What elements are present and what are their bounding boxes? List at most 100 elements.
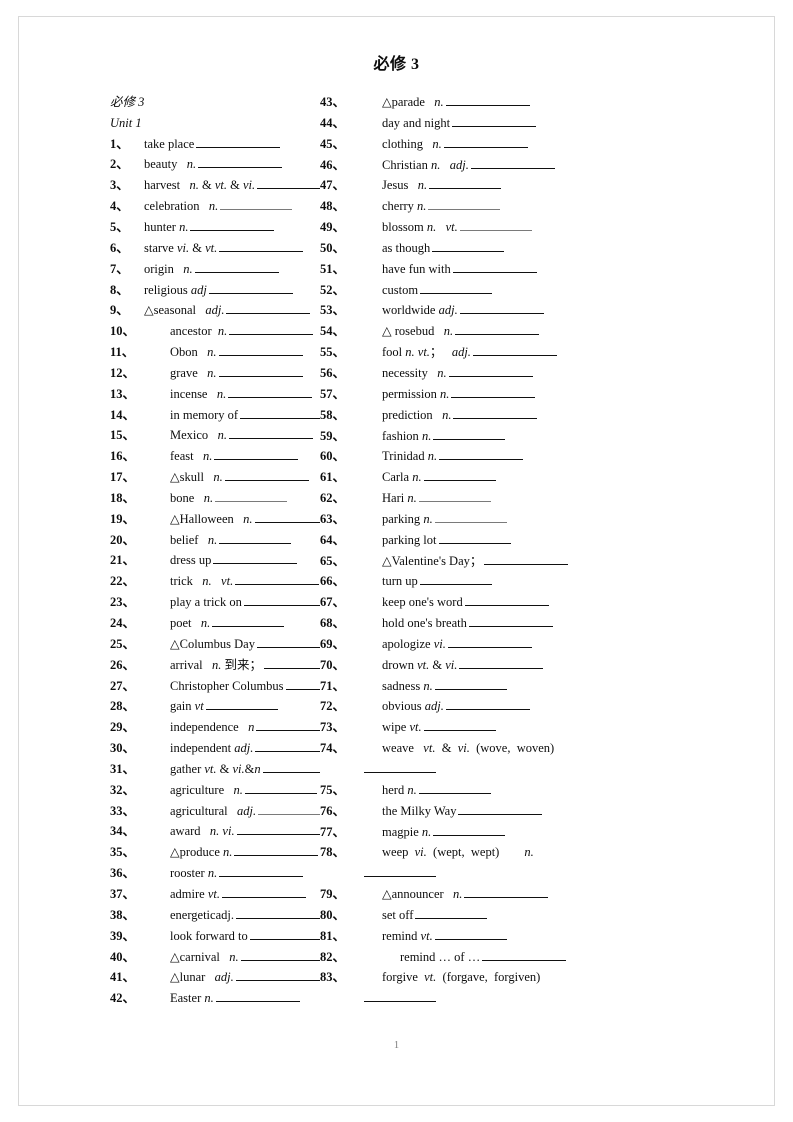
answer-blank[interactable] [452, 261, 537, 273]
answer-blank[interactable] [240, 949, 320, 961]
answer-blank[interactable] [434, 928, 507, 940]
vocab-entry: 25、 △Columbus Day [110, 634, 320, 655]
answer-blank[interactable] [215, 990, 300, 1003]
answer-blank[interactable] [255, 740, 320, 753]
answer-blank[interactable] [423, 469, 496, 482]
entry-body: worldwide adj. [356, 300, 544, 321]
answer-blank[interactable] [243, 594, 320, 607]
answer-blank[interactable] [264, 657, 320, 669]
answer-blank[interactable] [219, 532, 292, 544]
entry-body: hunter n. [144, 217, 275, 238]
answer-blank[interactable] [439, 448, 524, 461]
answer-blank[interactable] [244, 782, 317, 794]
answer-blank[interactable] [428, 198, 501, 211]
entry-headword: set off [382, 907, 414, 922]
answer-blank[interactable] [236, 823, 320, 836]
answer-blank[interactable] [249, 928, 320, 940]
answer-blank[interactable] [220, 198, 293, 211]
entry-body: celebration n. [144, 196, 293, 217]
entry-number: 42、 [110, 991, 136, 1006]
answer-blank[interactable] [215, 490, 288, 502]
answer-blank[interactable] [432, 240, 505, 252]
entry-headword: religious adj [144, 282, 207, 297]
answer-blank[interactable] [419, 573, 492, 586]
answer-blank[interactable] [418, 490, 491, 503]
answer-blank[interactable] [218, 365, 303, 377]
answer-blank[interactable] [228, 427, 313, 440]
answer-blank[interactable] [438, 532, 511, 544]
answer-blank[interactable] [194, 261, 279, 273]
answer-blank[interactable] [482, 949, 567, 961]
answer-blank[interactable] [418, 782, 491, 794]
entry-headword: permission n. [382, 386, 450, 401]
entry-number: 76、 [320, 803, 346, 818]
entry-number: 57、 [320, 386, 346, 401]
answer-blank[interactable] [434, 511, 507, 523]
answer-blank[interactable] [213, 552, 298, 565]
vocab-entry: 12、 grave n. [110, 363, 320, 384]
answer-blank[interactable] [226, 302, 311, 315]
answer-blank[interactable] [196, 136, 281, 148]
answer-blank[interactable] [205, 698, 278, 711]
answer-blank[interactable] [429, 177, 502, 190]
answer-blank[interactable] [257, 177, 320, 190]
answer-blank[interactable] [256, 636, 320, 648]
answer-blank[interactable] [472, 344, 557, 357]
answer-blank[interactable] [433, 428, 506, 440]
answer-blank[interactable] [459, 302, 544, 315]
entry-body: day and night [356, 113, 537, 134]
answer-blank[interactable] [219, 865, 304, 878]
entry-number: 4、 [110, 199, 129, 214]
answer-blank[interactable] [455, 323, 540, 336]
answer-blank[interactable] [256, 719, 320, 732]
answer-blank[interactable] [434, 678, 507, 690]
answer-blank[interactable] [459, 219, 532, 232]
answer-blank[interactable] [445, 698, 530, 711]
answer-blank[interactable] [235, 573, 320, 586]
answer-blank[interactable] [447, 636, 532, 648]
answer-blank[interactable] [198, 156, 283, 169]
answer-blank[interactable] [433, 824, 506, 836]
answer-blank[interactable] [208, 282, 293, 294]
answer-blank[interactable] [254, 511, 320, 523]
answer-blank[interactable] [234, 844, 319, 857]
entry-number: 24、 [110, 616, 136, 630]
vocab-entry: 30、 independent adj. [110, 738, 320, 759]
entry-number: 25、 [110, 636, 136, 651]
answer-blank[interactable] [212, 615, 285, 627]
answer-blank[interactable] [459, 657, 544, 669]
answer-blank[interactable] [484, 553, 569, 565]
answer-blank[interactable] [235, 907, 320, 919]
answer-blank[interactable] [224, 469, 309, 482]
answer-blank[interactable] [219, 240, 304, 252]
entry-body: in memory of [144, 405, 320, 426]
answer-blank[interactable] [451, 386, 536, 398]
answer-blank[interactable] [218, 344, 303, 357]
answer-blank[interactable] [214, 448, 299, 461]
answer-blank[interactable] [364, 990, 436, 1003]
answer-blank[interactable] [453, 407, 538, 419]
answer-blank[interactable] [464, 886, 549, 899]
answer-blank[interactable] [415, 907, 488, 919]
answer-blank[interactable] [420, 282, 493, 294]
answer-blank[interactable] [470, 157, 555, 169]
answer-blank[interactable] [364, 865, 436, 878]
answer-blank[interactable] [190, 219, 275, 231]
answer-blank[interactable] [468, 615, 553, 628]
answer-blank[interactable] [464, 594, 549, 607]
answer-blank[interactable] [448, 365, 533, 377]
answer-blank[interactable] [364, 761, 436, 773]
answer-blank[interactable] [240, 407, 320, 419]
answer-blank[interactable] [228, 386, 313, 398]
answer-blank[interactable] [222, 886, 306, 898]
answer-blank[interactable] [229, 323, 314, 336]
answer-blank[interactable] [443, 136, 528, 148]
answer-blank[interactable] [423, 719, 496, 732]
answer-blank[interactable] [445, 94, 530, 106]
answer-blank[interactable] [458, 803, 543, 815]
answer-blank[interactable] [235, 969, 320, 982]
answer-blank[interactable] [285, 678, 320, 690]
answer-blank[interactable] [258, 803, 320, 815]
answer-blank[interactable] [262, 761, 320, 773]
answer-blank[interactable] [452, 115, 537, 127]
